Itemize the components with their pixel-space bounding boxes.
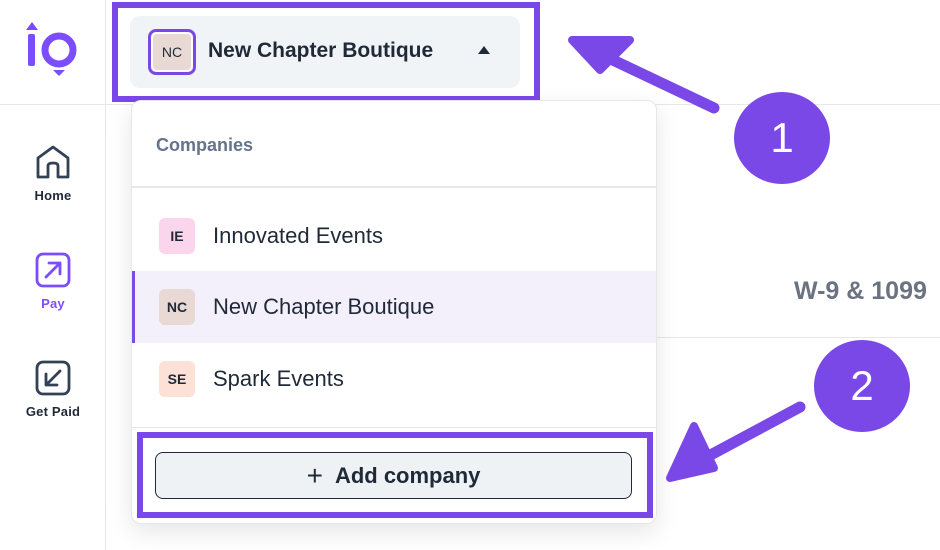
sidebar-item-pay[interactable]: Pay xyxy=(0,250,106,311)
io-logo[interactable] xyxy=(22,18,82,82)
tab-w9-1099[interactable]: W-9 & 1099 xyxy=(794,277,927,306)
add-company-button[interactable]: + Add company xyxy=(155,452,632,499)
company-option-name: Spark Events xyxy=(213,366,344,391)
company-avatar-initials: NC xyxy=(153,34,191,70)
arrow-down-left-icon xyxy=(33,358,73,398)
sidebar: Home Pay Get Paid xyxy=(0,0,106,550)
current-company-name: New Chapter Boutique xyxy=(208,39,434,62)
sidebar-item-label: Home xyxy=(34,188,72,203)
annotation-callout-1: 1 xyxy=(734,92,830,184)
company-badge: IE xyxy=(159,218,195,254)
company-option-name: Innovated Events xyxy=(213,223,384,248)
sidebar-item-home[interactable]: Home xyxy=(0,142,106,203)
annotation-arrowhead-2 xyxy=(666,422,718,482)
company-badge: NC xyxy=(159,289,195,325)
sidebar-item-label: Get Paid xyxy=(25,404,81,419)
add-company-label: Add company xyxy=(334,462,481,488)
company-option-new-chapter-boutique[interactable]: NC New Chapter Boutique xyxy=(132,271,656,343)
plus-icon: + xyxy=(306,459,323,491)
caret-up-icon xyxy=(478,46,490,54)
dropdown-divider xyxy=(132,427,656,428)
company-option-innovated-events[interactable]: IE Innovated Events xyxy=(132,200,656,272)
company-badge: SE xyxy=(159,361,195,397)
company-option-name: New Chapter Boutique xyxy=(213,294,435,319)
sidebar-item-get-paid[interactable]: Get Paid xyxy=(0,358,106,419)
arrow-up-right-icon xyxy=(33,250,73,290)
dropdown-title: Companies xyxy=(156,135,254,155)
annotation-callout-2: 2 xyxy=(814,340,910,432)
company-option-spark-events[interactable]: SE Spark Events xyxy=(132,343,656,415)
company-avatar: NC xyxy=(148,29,196,75)
dropdown-divider xyxy=(132,186,656,188)
sidebar-item-label: Pay xyxy=(41,296,65,311)
annotation-arrow-2 xyxy=(684,401,806,472)
home-icon xyxy=(33,142,73,182)
company-switcher-button[interactable]: NC New Chapter Boutique xyxy=(130,16,520,88)
sidebar-divider xyxy=(0,104,106,105)
